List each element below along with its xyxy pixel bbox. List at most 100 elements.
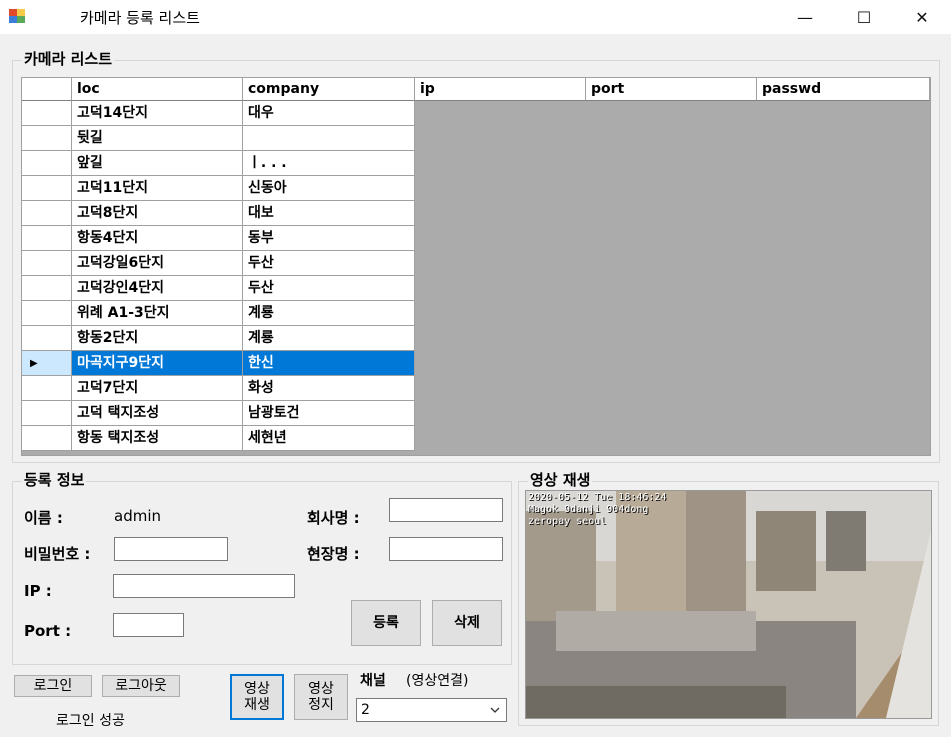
ip-field[interactable] — [113, 574, 295, 598]
port-field[interactable] — [113, 613, 184, 637]
cell-company[interactable]: 대우 — [243, 101, 415, 126]
row-header[interactable]: ▶ — [22, 351, 72, 376]
port-label: Port : — [24, 622, 72, 640]
table-row[interactable]: 고덕11단지 신동아 — [22, 176, 930, 201]
cell-loc[interactable]: 고덕11단지 — [72, 176, 243, 201]
row-header[interactable] — [22, 376, 72, 401]
row-header[interactable] — [22, 301, 72, 326]
row-header[interactable] — [22, 126, 72, 151]
minimize-button[interactable]: — — [782, 0, 828, 34]
table-row[interactable]: 고덕7단지 화성 — [22, 376, 930, 401]
row-header[interactable] — [22, 101, 72, 126]
cell-loc[interactable]: 항동 택지조성 — [72, 426, 243, 451]
cell-company[interactable]: 계룡 — [243, 326, 415, 351]
video-frame: 2020-05-12 Tue 18:46:24 Magok 9danji 904… — [525, 490, 932, 719]
row-header[interactable] — [22, 176, 72, 201]
row-header[interactable] — [22, 401, 72, 426]
cell-company[interactable]: 남광토건 — [243, 401, 415, 426]
row-header[interactable] — [22, 276, 72, 301]
cell-company[interactable]: 세현년 — [243, 426, 415, 451]
table-row[interactable]: 앞길 ㅣ. . . — [22, 151, 930, 176]
table-row[interactable]: 항동4단지 동부 — [22, 226, 930, 251]
table-row[interactable]: 항동2단지 계룡 — [22, 326, 930, 351]
row-header[interactable] — [22, 426, 72, 451]
name-value: admin — [114, 507, 161, 525]
cell-loc[interactable]: 앞길 — [72, 151, 243, 176]
cell-company[interactable]: 대보 — [243, 201, 415, 226]
column-header-passwd[interactable]: passwd — [757, 78, 930, 101]
cell-loc[interactable]: 항동4단지 — [72, 226, 243, 251]
cell-loc[interactable]: 위례 A1-3단지 — [72, 301, 243, 326]
cell-loc[interactable]: 항동2단지 — [72, 326, 243, 351]
window-title: 카메라 등록 리스트 — [80, 9, 200, 27]
row-header[interactable] — [22, 251, 72, 276]
row-header[interactable] — [22, 201, 72, 226]
cell-company[interactable]: 화성 — [243, 376, 415, 401]
table-row[interactable]: ▶ 마곡지구9단지 한신 — [22, 351, 930, 376]
cell-loc[interactable]: 고덕강일6단지 — [72, 251, 243, 276]
cell-loc[interactable]: 마곡지구9단지 — [72, 351, 243, 376]
app-icon — [9, 9, 25, 23]
row-header-corner — [22, 78, 72, 101]
table-row[interactable]: 고덕 택지조성 남광토건 — [22, 401, 930, 426]
cell-company[interactable] — [243, 126, 415, 151]
delete-button[interactable]: 삭제 — [432, 600, 502, 646]
table-row[interactable]: 항동 택지조성 세현년 — [22, 426, 930, 451]
password-field[interactable] — [114, 537, 228, 561]
row-header[interactable] — [22, 226, 72, 251]
cell-company[interactable]: ㅣ. . . — [243, 151, 415, 176]
video-overlay: 2020-05-12 Tue 18:46:24 Magok 9danji 904… — [528, 492, 666, 528]
channel-label: 채널 — [360, 673, 386, 689]
company-label: 회사명 : — [307, 509, 360, 527]
channel-select-value: 2 — [361, 702, 370, 718]
login-status: 로그인 성공 — [56, 713, 125, 729]
cell-company[interactable]: 동부 — [243, 226, 415, 251]
password-label: 비밀번호 : — [24, 545, 91, 563]
cell-loc[interactable]: 고덕8단지 — [72, 201, 243, 226]
stop-video-button[interactable]: 영상 정지 — [294, 674, 348, 720]
cell-company[interactable]: 신동아 — [243, 176, 415, 201]
table-row[interactable]: 고덕14단지 대우 — [22, 101, 930, 126]
site-label: 현장명 : — [307, 545, 360, 563]
row-header[interactable] — [22, 326, 72, 351]
camera-grid[interactable]: loc company ip port passwd 고덕14단지 대우 뒷길 앞길 ㅣ… — [21, 77, 931, 456]
site-field[interactable] — [389, 537, 503, 561]
row-header[interactable] — [22, 151, 72, 176]
column-header-port[interactable]: port — [586, 78, 757, 101]
column-header-company[interactable]: company — [243, 78, 415, 101]
table-row[interactable]: 뒷길 — [22, 126, 930, 151]
chevron-down-icon — [490, 707, 500, 713]
play-video-button[interactable]: 영상 재생 — [230, 674, 284, 720]
channel-select[interactable]: 2 — [356, 698, 507, 722]
cell-loc[interactable]: 고덕7단지 — [72, 376, 243, 401]
maximize-button[interactable]: ☐ — [841, 0, 887, 34]
table-row[interactable]: 위례 A1-3단지 계룡 — [22, 301, 930, 326]
channel-hint: (영상연결) — [406, 673, 469, 689]
column-header-loc[interactable]: loc — [72, 78, 243, 101]
company-field[interactable] — [389, 498, 503, 522]
cell-loc[interactable]: 고덕강인4단지 — [72, 276, 243, 301]
title-bar: 카메라 등록 리스트 — ☐ ✕ — [0, 0, 951, 34]
cell-company[interactable]: 두산 — [243, 251, 415, 276]
video-caption: zeropay seoul — [528, 516, 607, 527]
video-label: 영상 재생 — [528, 469, 593, 490]
selected-row-arrow-icon: ▶ — [30, 358, 38, 369]
cell-loc[interactable]: 고덕14단지 — [72, 101, 243, 126]
table-row[interactable]: 고덕강인4단지 두산 — [22, 276, 930, 301]
cell-company[interactable]: 두산 — [243, 276, 415, 301]
column-header-ip[interactable]: ip — [415, 78, 586, 101]
ip-label: IP : — [24, 582, 52, 600]
registration-label: 등록 정보 — [22, 469, 87, 490]
table-row[interactable]: 고덕강일6단지 두산 — [22, 251, 930, 276]
cell-company[interactable]: 계룡 — [243, 301, 415, 326]
logout-button[interactable]: 로그아웃 — [102, 675, 180, 697]
video-location: Magok 9danji 904dong — [528, 504, 649, 515]
cell-company[interactable]: 한신 — [243, 351, 415, 376]
table-row[interactable]: 고덕8단지 대보 — [22, 201, 930, 226]
cell-loc[interactable]: 고덕 택지조성 — [72, 401, 243, 426]
register-button[interactable]: 등록 — [351, 600, 421, 646]
login-button[interactable]: 로그인 — [14, 675, 92, 697]
cell-loc[interactable]: 뒷길 — [72, 126, 243, 151]
camera-list-label: 카메라 리스트 — [22, 48, 115, 69]
close-button[interactable]: ✕ — [899, 0, 945, 34]
